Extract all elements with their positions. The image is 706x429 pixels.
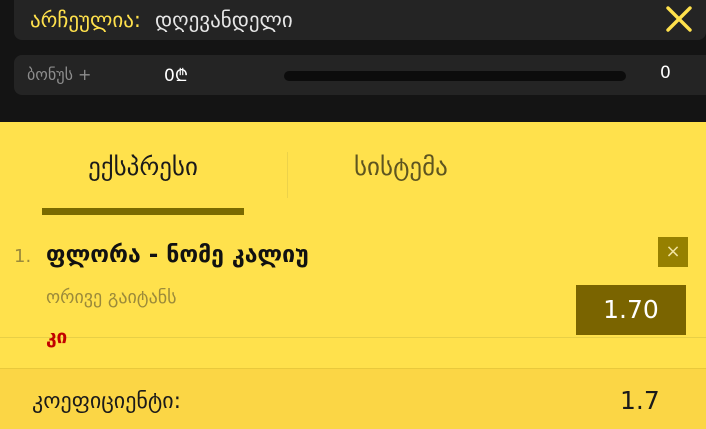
- bonus-label: ბონუს +: [27, 65, 92, 84]
- total-coefficient-value: 1.7: [620, 386, 660, 415]
- total-coefficient-bar: კოეფიციენტი: 1.7: [0, 368, 706, 429]
- bet-market: ორივე გაიტანს: [46, 287, 177, 308]
- bonus-progress-track: [284, 71, 626, 81]
- bet-pick: კი: [46, 326, 68, 348]
- tab-system-label: სისტემა: [354, 152, 448, 181]
- close-icon[interactable]: [666, 6, 692, 32]
- bonus-amount: 0₾: [164, 66, 188, 86]
- bet-index: 1.: [14, 246, 32, 267]
- bet-type-tabs: ექსპრესი სისტემა: [0, 122, 706, 338]
- selection-value: დღევანდელი: [154, 8, 293, 32]
- header-area: არჩეულია: დღევანდელი ბონუს + 0₾ 0: [0, 0, 706, 122]
- active-tab-indicator: [42, 208, 244, 215]
- bet-odd[interactable]: 1.70: [576, 285, 686, 335]
- selection-bar: არჩეულია: დღევანდელი: [14, 0, 706, 40]
- bet-item: 1. ფლორა - ნომე კალიუ ორივე გაიტანს კი ×…: [0, 216, 706, 368]
- bonus-bar: ბონუს + 0₾ 0: [14, 55, 706, 95]
- selection-label: არჩეულია:: [30, 8, 141, 32]
- remove-bet-button[interactable]: ×: [658, 237, 688, 267]
- bet-event-name: ფლორა - ნომე კალიუ: [46, 242, 309, 268]
- tab-express[interactable]: ექსპრესი: [42, 122, 244, 216]
- total-coefficient-label: კოეფიციენტი:: [32, 389, 182, 414]
- close-icon: ×: [665, 241, 681, 262]
- tab-divider: [287, 152, 288, 198]
- tab-system[interactable]: სისტემა: [290, 122, 550, 216]
- bonus-count: 0: [660, 63, 671, 83]
- tab-express-label: ექსპრესი: [88, 152, 198, 181]
